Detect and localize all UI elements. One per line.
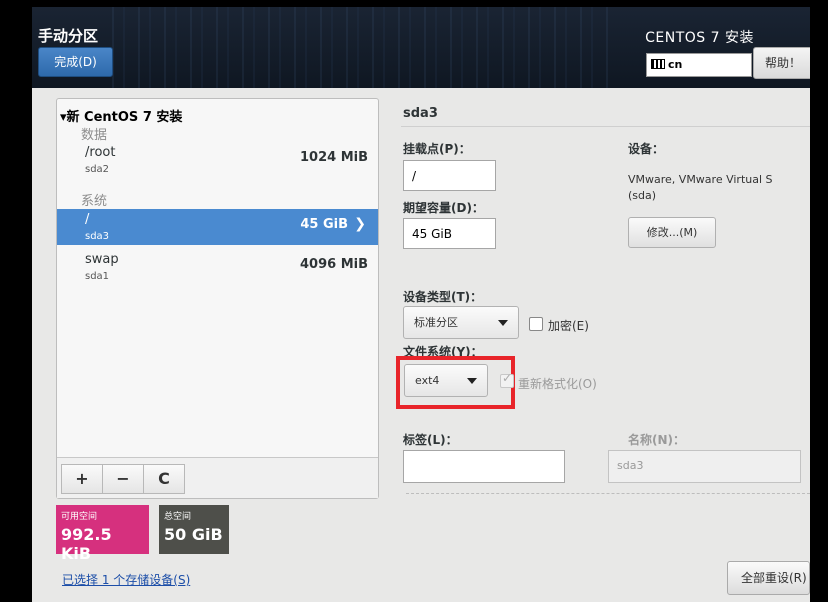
device-type-value: 标准分区 — [414, 316, 458, 329]
partition-list-panel: ▾新 CentOS 7 安装 数据 /root sda2 1024 MiB 系统… — [56, 98, 379, 499]
keyboard-icon — [651, 59, 665, 69]
available-space-value: 992.5 KiB — [61, 525, 112, 563]
encrypt-checkbox[interactable] — [529, 317, 543, 331]
partition-device: sda3 — [85, 231, 110, 242]
partition-size: 4096 MiB — [299, 257, 368, 272]
section-label-data: 数据 — [81, 128, 108, 143]
highlight-box — [396, 356, 515, 409]
device-label: 设备： — [628, 142, 665, 156]
partition-device: sda1 — [85, 271, 110, 282]
partition-row-root[interactable]: /root sda2 1024 MiB — [57, 145, 378, 181]
reformat-checkbox[interactable]: ✓ — [500, 371, 514, 388]
help-button[interactable]: 帮助！ — [753, 47, 810, 79]
partition-mount: / — [85, 212, 90, 227]
plus-icon: + — [75, 469, 89, 488]
divider — [406, 493, 810, 494]
minus-icon: − — [116, 469, 130, 488]
device-description: VMware, VMware Virtual S (sda) — [628, 173, 773, 202]
done-button[interactable]: 完成(D) — [38, 47, 113, 77]
keyboard-layout-label: cn — [668, 58, 683, 71]
header-decoration — [112, 7, 610, 88]
tag-label: 标签(L)： — [403, 433, 458, 447]
partition-size: 1024 MiB — [299, 150, 368, 165]
desired-capacity-label: 期望容量(D)： — [403, 201, 484, 215]
device-type-select[interactable]: 标准分区 — [403, 306, 519, 339]
refresh-button[interactable]: C — [143, 464, 185, 494]
partition-details-heading: sda3 — [403, 106, 438, 121]
available-space-tile: 可用空间 992.5 KiB — [56, 505, 149, 563]
partition-size: 45 GiB — [300, 217, 348, 232]
mount-point-label: 挂载点(P)： — [403, 142, 471, 156]
modify-device-button[interactable]: 修改...(M) — [628, 217, 716, 248]
add-partition-button[interactable]: + — [61, 464, 103, 494]
main-area: ▾新 CentOS 7 安装 数据 /root sda2 1024 MiB 系统… — [32, 88, 810, 602]
reformat-label: 重新格式化(O) — [518, 377, 597, 391]
device-type-label: 设备类型(T)： — [403, 290, 483, 304]
install-group-title[interactable]: ▾新 CentOS 7 安装 — [60, 106, 182, 125]
chevron-right-icon: ❯ — [354, 216, 366, 232]
mount-point-input[interactable]: / — [403, 160, 496, 191]
partition-device: sda2 — [85, 164, 110, 175]
partition-toolbar: + − C — [57, 457, 378, 498]
header-bar: 手动分区 完成(D) CENTOS 7 安装 cn 帮助！ — [32, 7, 810, 88]
selected-storage-link[interactable]: 已选择 1 个存储设备(S) — [62, 571, 190, 588]
total-space-label: 总空间 — [164, 512, 192, 522]
partition-mount: swap — [85, 252, 119, 267]
product-title: CENTOS 7 安装 — [645, 30, 754, 46]
reset-all-button[interactable]: 全部重设(R) — [727, 561, 810, 595]
dropdown-arrow-icon — [498, 320, 508, 326]
checkmark-icon: ✓ — [502, 371, 513, 385]
partition-row-swap[interactable]: swap sda1 4096 MiB — [57, 252, 378, 288]
section-label-system: 系统 — [81, 194, 108, 209]
keyboard-layout-indicator[interactable]: cn — [646, 53, 752, 77]
encrypt-label: 加密(E) — [548, 319, 589, 333]
total-space-value: 50 GiB — [164, 525, 223, 544]
remove-partition-button[interactable]: − — [102, 464, 144, 494]
name-label: 名称(N)： — [628, 433, 686, 447]
partition-mount: /root — [85, 145, 116, 160]
tag-input[interactable] — [403, 450, 565, 483]
desired-capacity-input[interactable]: 45 GiB — [403, 218, 496, 249]
installer-screen: 手动分区 完成(D) CENTOS 7 安装 cn 帮助！ ▾新 CentOS … — [0, 0, 828, 602]
available-space-label: 可用空间 — [61, 512, 98, 522]
name-input: sda3 — [608, 450, 801, 483]
divider — [401, 126, 810, 127]
total-space-tile: 总空间 50 GiB — [159, 505, 229, 554]
page-title: 手动分区 — [38, 27, 99, 45]
partition-row-slash[interactable]: / sda3 45 GiB ❯ — [57, 209, 378, 245]
refresh-icon: C — [158, 469, 170, 488]
